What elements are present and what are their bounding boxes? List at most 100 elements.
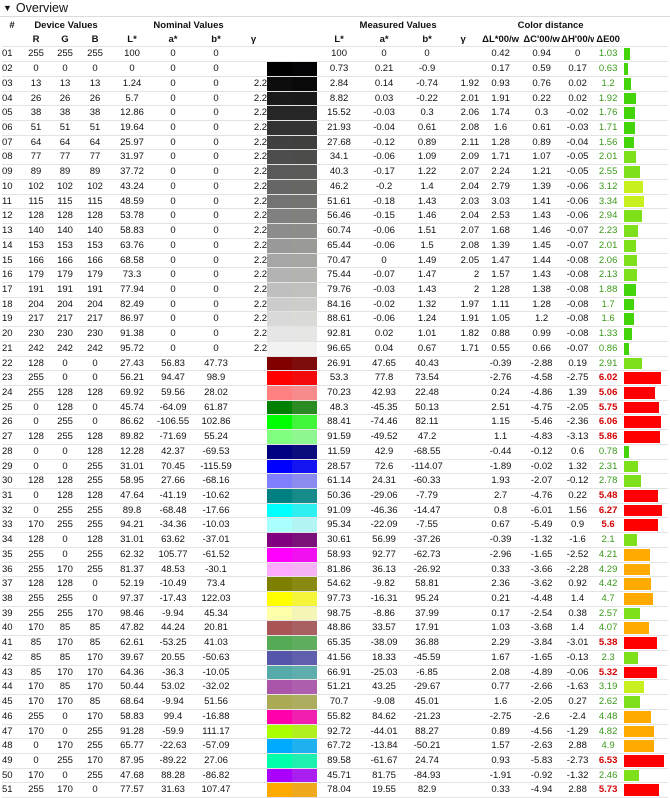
delta-h: -2.4	[561, 709, 595, 725]
measured-l: 27.68	[317, 135, 362, 151]
measured-a: 24.31	[361, 473, 408, 489]
measured-color-swatch	[292, 91, 318, 107]
measured-gamma	[447, 679, 480, 696]
delta-h: 0.17	[561, 61, 595, 77]
measured-l: 53.3	[317, 370, 362, 386]
nominal-a: 53.02	[154, 679, 193, 696]
measured-color-swatch	[292, 753, 318, 769]
nominal-a: 0	[154, 61, 193, 77]
measured-gamma	[447, 444, 480, 460]
nominal-b: 0	[192, 105, 241, 122]
table-row: 47 170 0 255 91.28 -59.9 111.17 92.72 -44.01 88.2…	[2, 724, 669, 740]
device-g: 191	[50, 282, 80, 298]
measured-gamma: 2.09	[447, 149, 480, 166]
measured-gamma	[447, 753, 480, 769]
measured-gamma	[447, 414, 480, 431]
nominal-l: 68.64	[110, 694, 155, 710]
nominal-b: 122.03	[192, 591, 241, 607]
delta-e-bar	[624, 63, 628, 75]
delta-e: 2.91	[594, 356, 623, 372]
measured-color-swatch	[292, 473, 318, 489]
delta-l: 0.93	[479, 76, 523, 92]
nominal-gamma: 2.2	[240, 282, 268, 298]
device-g: 128	[50, 473, 80, 489]
measured-l: 0.73	[317, 61, 362, 77]
measured-l: 8.82	[317, 91, 362, 107]
delta-e-bar	[624, 254, 637, 267]
delta-h: 0.9	[561, 517, 595, 534]
nominal-gamma	[240, 606, 268, 622]
table-row: 31 0 128 128 47.64 -41.19 -10.62 50.36 -29.06 -7.…	[2, 488, 669, 504]
measured-color-swatch	[292, 724, 318, 740]
device-r: 255	[22, 46, 50, 63]
row-index: 23	[2, 370, 22, 386]
device-b: 0	[80, 370, 111, 386]
measured-color-swatch	[292, 679, 318, 696]
measured-b: 1.4	[407, 179, 448, 195]
table-row: 29 0 0 255 31.01 70.45 -115.59 28.57 72.6 -114.07…	[2, 459, 669, 475]
device-r: 128	[22, 208, 50, 225]
delta-l: 0.17	[479, 606, 523, 622]
delta-c: 1.46	[522, 223, 562, 239]
measured-b: 1.32	[407, 297, 448, 313]
nominal-gamma: 2.2	[240, 105, 268, 122]
row-index: 25	[2, 400, 22, 416]
nominal-a: 27.66	[154, 473, 193, 489]
delta-l: 0.89	[479, 724, 523, 740]
device-b: 85	[80, 620, 111, 637]
measured-a: -0.02	[361, 297, 408, 313]
nominal-l: 62.32	[110, 547, 155, 563]
delta-h: 1.39	[561, 385, 595, 401]
device-b: 128	[80, 208, 111, 225]
delta-h: -0.06	[561, 208, 595, 225]
device-b: 170	[80, 679, 111, 696]
nominal-color-swatch	[267, 267, 293, 283]
nominal-color-swatch	[267, 503, 293, 519]
delta-e-bar-cell	[622, 91, 669, 107]
delta-l: 0.42	[479, 46, 523, 63]
table-row: 09 89 89 89 37.72 0 0 2.2 40.3 -0.17 1.22 2.07 2.24 1…	[2, 164, 669, 180]
measured-b: 0.61	[407, 120, 448, 136]
device-r: 217	[22, 311, 50, 328]
delta-c: 1.43	[522, 208, 562, 225]
measured-color-swatch	[292, 164, 318, 180]
delta-e: 2.94	[594, 208, 623, 225]
nominal-l: 63.76	[110, 238, 155, 254]
delta-c: -4.48	[522, 591, 562, 607]
collapse-triangle-icon[interactable]: ▼	[3, 0, 12, 16]
row-index: 40	[2, 620, 22, 637]
nominal-gamma	[240, 635, 268, 651]
measured-gamma: 2.08	[447, 238, 480, 254]
nominal-color-swatch	[267, 532, 293, 548]
delta-e-bar	[624, 475, 642, 487]
nominal-gamma	[240, 459, 268, 475]
delta-c: -2.6	[522, 709, 562, 725]
row-index: 27	[2, 429, 22, 445]
delta-h: -2.52	[561, 547, 595, 563]
color-distance-header: Color distance	[517, 20, 584, 31]
measured-b: 58.81	[407, 576, 448, 593]
measured-a: 84.62	[361, 709, 408, 725]
delta-e-bar-cell	[622, 105, 669, 122]
row-index: 32	[2, 503, 22, 519]
nominal-b: 45.34	[192, 606, 241, 622]
nominal-color-swatch	[267, 562, 293, 578]
delta-e: 5.86	[594, 429, 623, 445]
delta-e-bar-cell	[622, 724, 669, 740]
delta-e: 5.38	[594, 635, 623, 651]
delta-l: 1.93	[479, 473, 523, 489]
nominal-a: 0	[154, 194, 193, 210]
device-r: 128	[22, 473, 50, 489]
measured-color-swatch	[292, 385, 318, 401]
measured-b: 1.01	[407, 326, 448, 342]
measured-color-swatch	[292, 370, 318, 386]
nominal-gamma	[240, 370, 268, 386]
delta-e: 1.03	[594, 46, 623, 63]
row-index: 48	[2, 738, 22, 754]
nominal-b: 0	[192, 76, 241, 92]
overview-section-header[interactable]: ▼ Overview	[0, 0, 670, 17]
measured-l: 11.59	[317, 444, 362, 460]
delta-c: -3.62	[522, 576, 562, 593]
nominal-color-swatch	[267, 76, 293, 92]
device-b: 51	[80, 120, 111, 136]
